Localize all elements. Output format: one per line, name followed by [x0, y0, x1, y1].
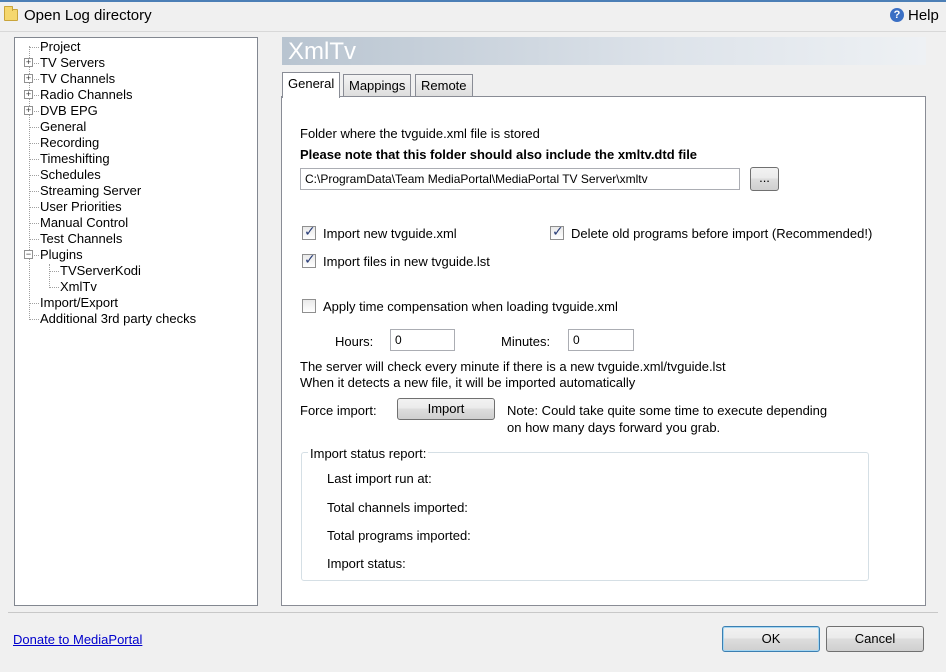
- total-programs-label: Total programs imported:: [327, 528, 471, 543]
- import-status-label: Import status:: [327, 556, 406, 571]
- import-note-line-2: on how many days forward you grab.: [507, 420, 721, 435]
- donate-link[interactable]: Donate to MediaPortal: [13, 632, 142, 647]
- collapse-minus-icon[interactable]: −: [24, 250, 33, 259]
- hours-input[interactable]: 0: [390, 329, 455, 351]
- help-button[interactable]: Help: [908, 7, 939, 24]
- minutes-label: Minutes:: [501, 334, 551, 349]
- tree-item-label: XmlTv: [60, 279, 97, 294]
- folder-note: Please note that this folder should also…: [300, 147, 698, 162]
- panel-header: [282, 37, 926, 65]
- tree-item-test-channels[interactable]: Test Channels: [15, 231, 255, 247]
- tree-item-label: Plugins: [40, 247, 83, 262]
- tree-item-tv-channels[interactable]: + TV Channels: [15, 71, 255, 87]
- folder-path-input[interactable]: C:\ProgramData\Team MediaPortal\MediaPor…: [300, 168, 740, 190]
- tree-connector: [29, 143, 39, 144]
- tree-item-label: Recording: [40, 135, 100, 150]
- tree-item-dvb-epg[interactable]: + DVB EPG: [15, 103, 255, 119]
- tree-connector: [49, 271, 59, 272]
- navigation-tree[interactable]: Project + TV Servers + TV Channels + Rad…: [14, 37, 258, 606]
- time-compensation-label[interactable]: Apply time compensation when loading tvg…: [323, 299, 618, 314]
- tree-connector: [29, 239, 39, 240]
- tree-item-label: Import/Export: [40, 295, 119, 310]
- tree-connector: [29, 207, 39, 208]
- import-button[interactable]: Import: [397, 398, 495, 420]
- tree-item-manual-control[interactable]: Manual Control: [15, 215, 255, 231]
- tree-item-import-export[interactable]: Import/Export: [15, 295, 255, 311]
- hours-label: Hours:: [335, 334, 374, 349]
- help-icon[interactable]: ?: [890, 8, 904, 22]
- delete-old-label[interactable]: Delete old programs before import (Recom…: [571, 226, 872, 241]
- window-top-edge: [0, 0, 946, 2]
- tree-item-label: Additional 3rd party checks: [40, 311, 197, 326]
- open-log-directory-button[interactable]: Open Log directory: [24, 7, 152, 24]
- expand-plus-icon[interactable]: +: [24, 106, 33, 115]
- tree-connector: [29, 47, 39, 48]
- info-line-2: When it detects a new file, it will be i…: [300, 375, 636, 390]
- total-channels-label: Total channels imported:: [327, 500, 468, 515]
- folder-icon[interactable]: [4, 6, 18, 21]
- delete-old-checkbox[interactable]: [550, 224, 564, 240]
- import-status-group-label: Import status report:: [308, 446, 429, 461]
- last-import-label: Last import run at:: [327, 471, 432, 486]
- tree-item-label: Schedules: [40, 167, 101, 182]
- tree-item-plugins[interactable]: − Plugins: [15, 247, 255, 263]
- import-lst-label[interactable]: Import files in new tvguide.lst: [323, 254, 490, 269]
- panel-title: XmlTv: [288, 38, 356, 65]
- tree-connector: [49, 287, 59, 288]
- folder-label: Folder where the tvguide.xml file is sto…: [300, 126, 540, 141]
- tree-item-label: TVServerKodi: [60, 263, 141, 278]
- tree-connector: [29, 175, 39, 176]
- tab-general[interactable]: General: [282, 72, 341, 98]
- tree-item-label: User Priorities: [40, 199, 122, 214]
- tab-remote[interactable]: Remote: [415, 74, 473, 97]
- tree-item-timeshifting[interactable]: Timeshifting: [15, 151, 255, 167]
- tree-item-label: General: [40, 119, 87, 134]
- tree-item-label: Manual Control: [40, 215, 129, 230]
- tree-connector: [29, 191, 39, 192]
- tree-item-project[interactable]: Project: [15, 39, 255, 55]
- tree-item-additional-checks[interactable]: Additional 3rd party checks: [15, 311, 255, 327]
- tree-item-label: Streaming Server: [40, 183, 142, 198]
- tree-item-label: DVB EPG: [40, 103, 98, 118]
- expand-plus-icon[interactable]: +: [24, 74, 33, 83]
- cancel-button[interactable]: Cancel: [826, 626, 924, 652]
- import-new-checkbox[interactable]: [302, 224, 316, 240]
- tree-connector: [29, 127, 39, 128]
- expand-plus-icon[interactable]: +: [24, 58, 33, 67]
- minutes-input[interactable]: 0: [568, 329, 634, 351]
- tree-item-radio-channels[interactable]: + Radio Channels: [15, 87, 255, 103]
- tree-item-streaming-server[interactable]: Streaming Server: [15, 183, 255, 199]
- import-lst-checkbox[interactable]: [302, 252, 316, 268]
- tree-connector: [29, 159, 39, 160]
- tree-item-label: Timeshifting: [40, 151, 110, 166]
- expand-plus-icon[interactable]: +: [24, 90, 33, 99]
- tree-item-tv-servers[interactable]: + TV Servers: [15, 55, 255, 71]
- tree-item-label: Project: [40, 39, 81, 54]
- footer-separator: [8, 612, 938, 613]
- tree-item-user-priorities[interactable]: User Priorities: [15, 199, 255, 215]
- tab-mappings[interactable]: Mappings: [343, 74, 412, 97]
- tree-item-tvserverkodi[interactable]: TVServerKodi: [15, 263, 255, 279]
- tree-item-label: TV Channels: [40, 71, 116, 86]
- tree-item-label: TV Servers: [40, 55, 106, 70]
- tree-item-general[interactable]: General: [15, 119, 255, 135]
- tree-connector: [29, 303, 39, 304]
- browse-button[interactable]: ...: [750, 167, 779, 191]
- tree-item-label: Radio Channels: [40, 87, 133, 102]
- tree-item-xmltv[interactable]: XmlTv: [15, 279, 255, 295]
- force-import-label: Force import:: [300, 403, 377, 418]
- ok-button[interactable]: OK: [722, 626, 820, 652]
- time-compensation-checkbox[interactable]: [302, 299, 316, 313]
- tree-connector: [29, 223, 39, 224]
- tree-item-recording[interactable]: Recording: [15, 135, 255, 151]
- import-note-line-1: Note: Could take quite some time to exec…: [507, 403, 828, 418]
- tree-item-schedules[interactable]: Schedules: [15, 167, 255, 183]
- tree-item-label: Test Channels: [40, 231, 123, 246]
- info-line-1: The server will check every minute if th…: [300, 359, 726, 374]
- tree-connector: [29, 319, 39, 320]
- import-new-label[interactable]: Import new tvguide.xml: [323, 226, 457, 241]
